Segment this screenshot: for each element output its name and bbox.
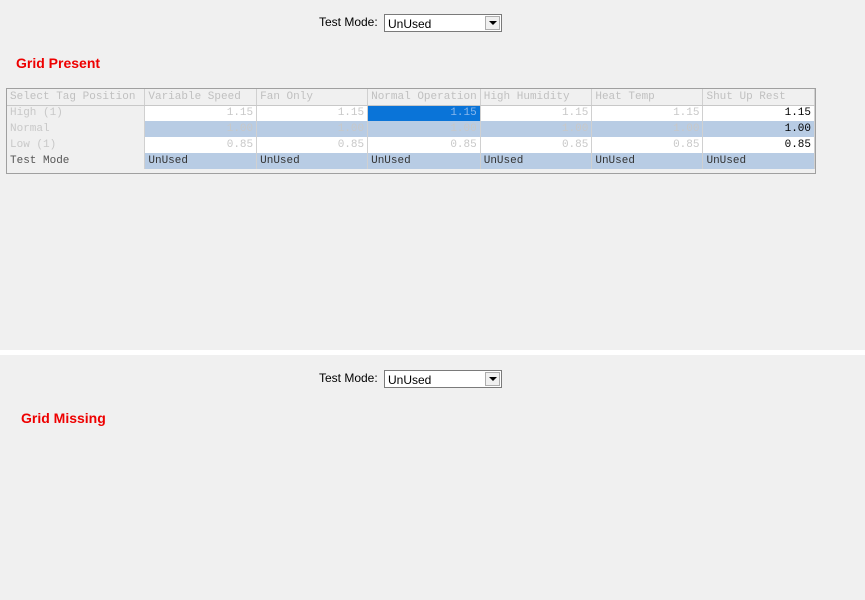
grid-cell[interactable]: UnUsed <box>480 153 593 169</box>
bottom-panel: Test Mode: UnUsed Grid Missing <box>0 355 865 600</box>
chevron-down-icon[interactable] <box>485 16 500 30</box>
table-row: High (1) 1.15 1.15 1.15 1.15 1.15 1.15 <box>7 105 815 121</box>
grid-cell[interactable]: 1.00 <box>591 121 704 137</box>
test-mode-value: UnUsed <box>388 373 432 387</box>
grid-header-row: Select Tag Position Variable Speed Fan O… <box>7 89 815 106</box>
grid-cell[interactable]: 0.85 <box>480 137 593 153</box>
row-header[interactable]: Low (1) <box>7 137 146 153</box>
column-header[interactable]: Shut Up Rest <box>702 89 815 106</box>
test-mode-label: Test Mode: <box>319 371 378 385</box>
section-title-grid-missing: Grid Missing <box>21 410 106 426</box>
grid-cell[interactable]: 1.00 <box>256 121 369 137</box>
grid-cell[interactable]: 0.85 <box>702 137 815 153</box>
table-row: Low (1) 0.85 0.85 0.85 0.85 0.85 0.85 <box>7 137 815 153</box>
grid-cell[interactable]: UnUsed <box>702 153 815 169</box>
row-header[interactable]: High (1) <box>7 105 146 121</box>
test-mode-dropdown[interactable]: UnUsed <box>384 14 502 32</box>
grid-cell[interactable]: UnUsed <box>144 153 258 169</box>
grid-cell[interactable]: 1.00 <box>480 121 593 137</box>
column-header[interactable]: Select Tag Position <box>7 89 146 106</box>
table-row: Test Mode UnUsed UnUsed UnUsed UnUsed Un… <box>7 153 815 169</box>
grid-cell[interactable]: 1.15 <box>702 105 815 121</box>
test-mode-label: Test Mode: <box>319 15 378 29</box>
table-row: Normal 1.00 1.00 1.00 1.00 1.00 1.00 <box>7 121 815 137</box>
grid-cell-selected[interactable]: 1.15 <box>367 105 481 121</box>
row-header[interactable]: Normal <box>7 121 146 137</box>
grid-cell[interactable]: UnUsed <box>256 153 369 169</box>
grid-cell[interactable]: 0.85 <box>144 137 258 153</box>
column-header[interactable]: Variable Speed <box>144 89 258 106</box>
section-title-grid-present: Grid Present <box>16 55 101 71</box>
grid-cell[interactable]: UnUsed <box>367 153 481 169</box>
grid-cell[interactable]: 1.15 <box>591 105 704 121</box>
grid-cell[interactable]: 1.00 <box>367 121 481 137</box>
test-mode-value: UnUsed <box>388 17 432 31</box>
grid-cell[interactable]: 0.85 <box>256 137 369 153</box>
grid-cell[interactable]: 1.15 <box>144 105 258 121</box>
grid-cell[interactable]: 1.15 <box>256 105 369 121</box>
test-mode-dropdown[interactable]: UnUsed <box>384 370 502 388</box>
column-header[interactable]: Heat Temp <box>591 89 704 106</box>
top-panel: Test Mode: UnUsed Grid Present Select Ta… <box>0 0 865 350</box>
chevron-down-icon[interactable] <box>485 372 500 386</box>
column-header[interactable]: High Humidity <box>480 89 593 106</box>
row-header[interactable]: Test Mode <box>7 153 146 169</box>
grid-cell[interactable]: 1.00 <box>144 121 258 137</box>
grid-cell[interactable]: UnUsed <box>591 153 704 169</box>
data-grid[interactable]: Select Tag Position Variable Speed Fan O… <box>6 88 816 174</box>
grid-cell[interactable]: 1.00 <box>702 121 815 137</box>
grid-cell[interactable]: 1.15 <box>480 105 593 121</box>
grid-cell[interactable]: 0.85 <box>591 137 704 153</box>
grid-cell[interactable]: 0.85 <box>367 137 481 153</box>
column-header[interactable]: Normal Operation <box>367 89 481 106</box>
column-header[interactable]: Fan Only <box>256 89 369 106</box>
